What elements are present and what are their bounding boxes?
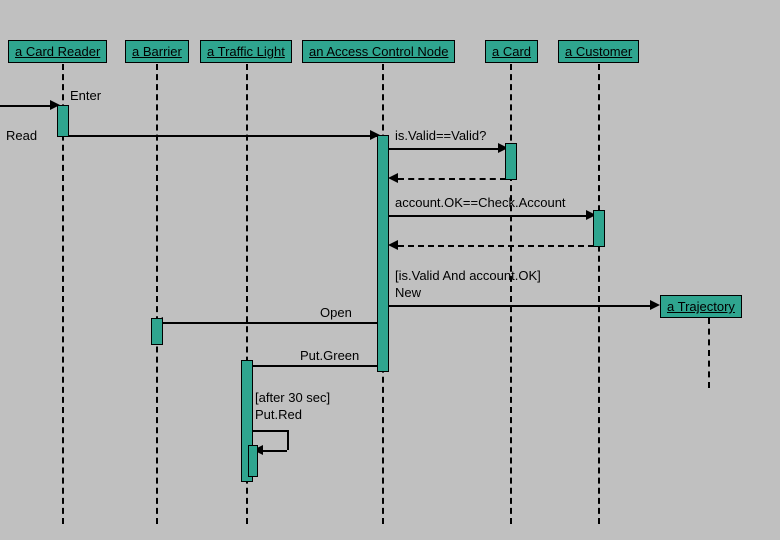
activation-customer — [593, 210, 605, 247]
lifeline-trajectory — [708, 318, 710, 388]
message-putgreen-arrow — [252, 365, 377, 367]
activation-access-control-node — [377, 135, 389, 372]
message-putgreen-label: Put.Green — [300, 348, 359, 363]
message-enter-label: Enter — [70, 88, 101, 103]
arrowhead-icon — [388, 240, 398, 250]
participant-customer: a Customer — [558, 40, 639, 63]
activation-barrier — [151, 318, 163, 345]
activation-card — [505, 143, 517, 180]
lifeline-card — [510, 64, 512, 524]
arrowhead-icon — [650, 300, 660, 310]
message-isvalid-label: is.Valid==Valid? — [395, 128, 486, 143]
message-new-arrow — [388, 305, 656, 307]
self-msg-top — [252, 430, 287, 432]
activation-traffic-light-self — [248, 445, 258, 477]
participant-barrier: a Barrier — [125, 40, 189, 63]
message-read-arrow — [68, 135, 378, 137]
return-customer-arrow — [398, 245, 594, 247]
participant-access-control-node: an Access Control Node — [302, 40, 455, 63]
lifeline-barrier — [156, 64, 158, 524]
participant-card-reader: a Card Reader — [8, 40, 107, 63]
lifeline-customer — [598, 64, 600, 524]
message-accountok-label: account.OK==Check.Account — [395, 195, 566, 210]
message-new-label: New — [395, 285, 421, 300]
activation-card-reader — [57, 105, 69, 137]
message-accountok-arrow — [388, 215, 591, 217]
message-open-label: Open — [320, 305, 352, 320]
return-card-arrow — [398, 178, 506, 180]
participant-traffic-light: a Traffic Light — [200, 40, 292, 63]
message-putred-guard-label: [after 30 sec] — [255, 390, 330, 405]
message-read-label: Read — [6, 128, 37, 143]
message-enter-arrow — [0, 105, 55, 107]
message-isvalid-arrow — [388, 148, 503, 150]
message-open-arrow — [162, 322, 377, 324]
arrowhead-icon — [388, 173, 398, 183]
message-putred-label: Put.Red — [255, 407, 302, 422]
participant-card: a Card — [485, 40, 538, 63]
self-msg-side — [287, 430, 289, 450]
message-guard-label: [is.Valid And account.OK] — [395, 268, 541, 283]
participant-trajectory: a Trajectory — [660, 295, 742, 318]
self-msg-bottom — [262, 450, 287, 452]
